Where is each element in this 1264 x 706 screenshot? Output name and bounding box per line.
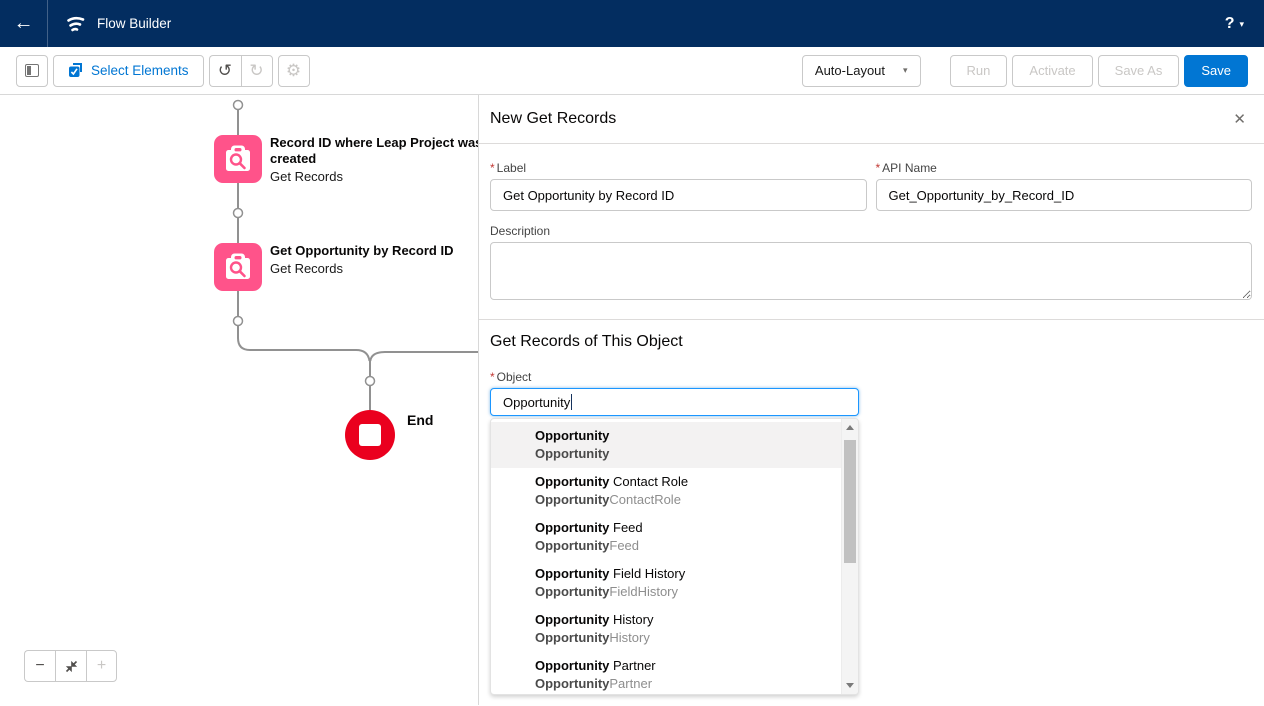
zoom-in-button[interactable]: + (86, 650, 117, 682)
flow-node-end[interactable]: End (345, 410, 433, 460)
object-combobox-input[interactable]: Opportunity (490, 388, 859, 416)
flow-canvas[interactable]: Record ID where Leap Project was created… (0, 95, 478, 705)
undo-button[interactable]: ↺ (209, 55, 241, 87)
option-opportunity-field-history[interactable]: Opportunity Field History OpportunityFie… (491, 560, 841, 606)
layout-mode-value: Auto-Layout (815, 63, 885, 78)
fit-to-view-button[interactable] (55, 650, 86, 682)
required-marker: * (490, 370, 495, 384)
option-opportunity-contact-role[interactable]: Opportunity Contact Role OpportunityCont… (491, 468, 841, 514)
option-opportunity-history[interactable]: Opportunity History OpportunityHistory (491, 606, 841, 652)
save-button[interactable]: Save (1184, 55, 1248, 87)
label-input[interactable] (490, 179, 867, 211)
back-button[interactable]: ← (0, 0, 48, 47)
option-opportunity[interactable]: Opportunity Opportunity (491, 422, 841, 468)
settings-button[interactable]: ⚙ (278, 55, 310, 87)
node-title: Get Opportunity by Record ID (270, 243, 478, 259)
object-options-dropdown: Opportunity Opportunity Opportunity Cont… (490, 418, 859, 695)
flow-connectors (0, 95, 478, 705)
help-menu[interactable]: ? ▾ (1225, 15, 1244, 33)
get-records-icon[interactable] (214, 135, 262, 183)
redo-button[interactable]: ↻ (241, 55, 273, 87)
api-name-field-label: *API Name (876, 161, 1253, 175)
minus-icon: − (35, 658, 44, 674)
flow-toolbar: Select Elements ↺ ↻ ⚙ Auto-Layout ▾ Run … (0, 47, 1264, 95)
node-type: Get Records (270, 169, 478, 184)
global-header: ← Flow Builder ? ▾ (0, 0, 1264, 47)
property-editor-panel: New Get Records ✕ *Label *API Name Descr… (478, 95, 1264, 705)
plus-icon: + (97, 658, 106, 674)
scroll-down-icon[interactable] (842, 677, 858, 694)
layout-mode-select[interactable]: Auto-Layout ▾ (802, 55, 921, 87)
help-icon: ? (1225, 15, 1235, 33)
chevron-down-icon: ▾ (1239, 19, 1244, 30)
option-opportunity-feed[interactable]: Opportunity Feed OpportunityFeed (491, 514, 841, 560)
description-textarea[interactable] (490, 242, 1252, 300)
zoom-out-button[interactable]: − (24, 650, 55, 682)
back-arrow-icon: ← (14, 12, 34, 35)
node-title: Record ID where Leap Project was created (270, 135, 478, 167)
flow-builder-logo-icon (65, 15, 87, 33)
end-node-label: End (407, 412, 433, 428)
scrollbar-thumb[interactable] (844, 440, 856, 563)
flow-node-get-records-1[interactable]: Record ID where Leap Project was created… (214, 135, 478, 184)
section-divider (479, 319, 1264, 320)
canvas-zoom-controls: − + (24, 650, 117, 682)
redo-icon: ↻ (249, 62, 263, 79)
node-type: Get Records (270, 261, 478, 276)
object-field-label: *Object (490, 370, 859, 384)
option-opportunity-partner[interactable]: Opportunity Partner OpportunityPartner (491, 652, 841, 695)
app-title: Flow Builder (97, 16, 171, 31)
label-field-label: *Label (490, 161, 867, 175)
panel-toggle-icon (25, 64, 39, 77)
select-checkbox-icon (68, 63, 83, 78)
run-button[interactable]: Run (950, 55, 1008, 87)
panel-title: New Get Records (490, 110, 616, 128)
toggle-left-panel-button[interactable] (16, 55, 48, 87)
required-marker: * (876, 161, 881, 175)
scroll-up-icon[interactable] (842, 419, 858, 436)
get-records-icon[interactable] (214, 243, 262, 291)
flow-node-get-records-2[interactable]: Get Opportunity by Record ID Get Records (214, 243, 478, 291)
chevron-down-icon: ▾ (903, 65, 908, 76)
gear-icon: ⚙ (286, 62, 301, 79)
select-elements-button[interactable]: Select Elements (53, 55, 204, 87)
object-input-value: Opportunity (503, 395, 570, 410)
fit-to-view-icon (65, 660, 78, 673)
end-icon[interactable] (345, 410, 395, 460)
text-cursor (571, 394, 572, 410)
dropdown-scrollbar[interactable] (841, 419, 858, 694)
description-field-label: Description (490, 224, 1252, 238)
undo-icon: ↺ (218, 62, 232, 79)
required-marker: * (490, 161, 495, 175)
section-title: Get Records of This Object (490, 333, 1252, 351)
api-name-input[interactable] (876, 179, 1253, 211)
activate-button[interactable]: Activate (1012, 55, 1092, 87)
select-elements-label: Select Elements (91, 63, 189, 78)
close-icon[interactable]: ✕ (1233, 112, 1246, 127)
save-as-button[interactable]: Save As (1098, 55, 1180, 87)
object-options-list: Opportunity Opportunity Opportunity Cont… (491, 419, 841, 695)
panel-header: New Get Records ✕ (479, 95, 1264, 144)
